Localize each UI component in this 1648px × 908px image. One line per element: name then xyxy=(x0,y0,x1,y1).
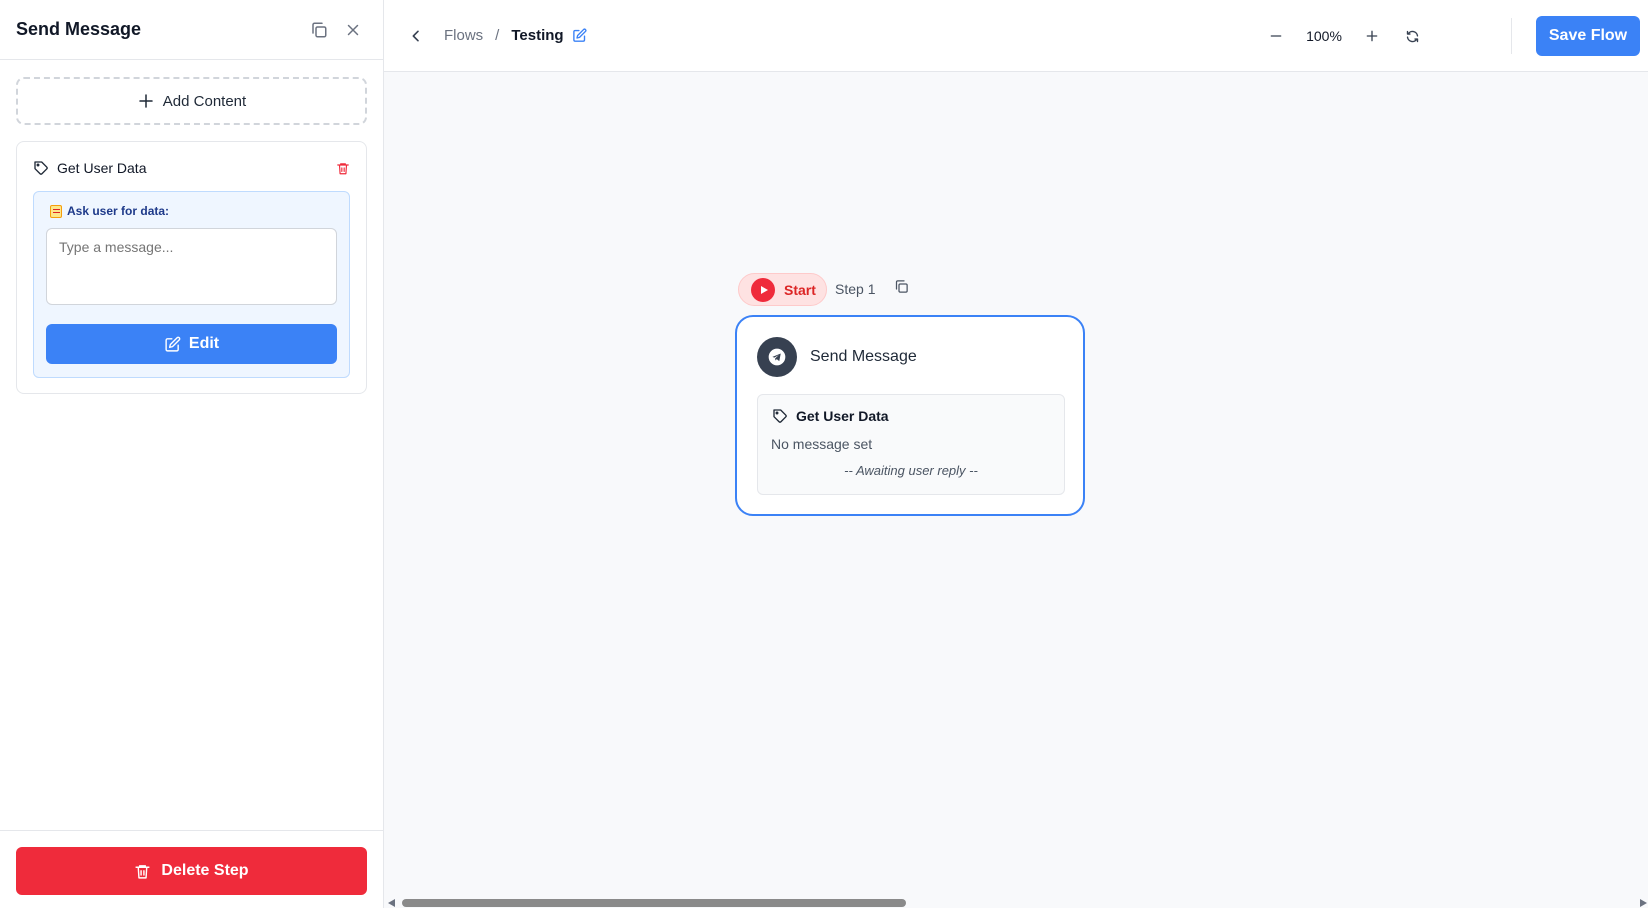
send-message-node[interactable]: Send Message Get User Data No message se… xyxy=(735,315,1085,516)
zoom-in-button[interactable] xyxy=(1356,20,1388,52)
start-badge[interactable]: Start xyxy=(738,273,827,306)
start-label: Start xyxy=(784,281,816,298)
edit-label: Edit xyxy=(188,335,220,352)
rename-flow-button[interactable] xyxy=(572,28,587,43)
back-button[interactable] xyxy=(402,22,430,50)
zoom-out-button[interactable] xyxy=(1260,20,1292,52)
sidebar-header: Send Message xyxy=(0,0,383,60)
breadcrumb-current: Testing xyxy=(511,27,564,44)
step-sidebar: Send Message Add Content Get User Data A… xyxy=(0,0,384,908)
ask-user-label: Ask user for data: xyxy=(50,204,169,218)
edit-button[interactable]: Edit xyxy=(46,324,337,364)
node-content-block: Get User Data No message set -- Awaiting… xyxy=(757,394,1065,495)
edit-icon xyxy=(572,28,587,42)
horizontal-scrollbar[interactable] xyxy=(384,898,1648,908)
message-input[interactable] xyxy=(46,228,337,305)
chevron-left-icon xyxy=(412,30,419,41)
node-content-title: Get User Data xyxy=(772,408,889,424)
copy-icon xyxy=(312,22,327,37)
toolbar-divider xyxy=(1511,18,1512,54)
breadcrumb-flows-link[interactable]: Flows xyxy=(444,27,483,44)
plus-icon xyxy=(1366,30,1378,42)
flow-canvas[interactable]: Start Step 1 Send Message Get User Data … xyxy=(384,72,1648,908)
copy-step-button[interactable] xyxy=(894,279,909,299)
close-icon xyxy=(347,24,359,35)
node-content-title-text: Get User Data xyxy=(796,408,889,424)
tag-icon xyxy=(34,161,48,175)
add-content-button[interactable]: Add Content xyxy=(16,77,367,125)
reset-view-button[interactable] xyxy=(1396,20,1428,52)
delete-step-button[interactable]: Delete Step xyxy=(16,847,367,895)
ask-user-label-text: Ask user for data: xyxy=(67,204,170,218)
trash-icon xyxy=(135,864,151,879)
zoom-level: 100% xyxy=(1306,28,1342,44)
step-label: Step 1 xyxy=(835,281,876,297)
node-avatar xyxy=(757,337,797,377)
app: Send Message Add Content Get User Data A… xyxy=(0,0,1648,908)
paper-plane-icon xyxy=(768,348,786,366)
delete-step-label: Delete Step xyxy=(161,862,249,879)
sidebar-footer: Delete Step xyxy=(0,830,383,908)
scrollbar-thumb[interactable] xyxy=(402,899,906,907)
close-sidebar-button[interactable] xyxy=(339,16,367,44)
scroll-right-arrow[interactable] xyxy=(1640,899,1647,907)
node-content-status: -- Awaiting user reply -- xyxy=(844,463,978,478)
add-content-label: Add Content xyxy=(162,92,247,110)
delete-content-button[interactable] xyxy=(336,161,350,176)
content-card-header: Get User Data xyxy=(17,142,366,194)
zoom-controls: 100% xyxy=(1260,0,1428,72)
node-title: Send Message xyxy=(810,348,917,365)
content-card: Get User Data Ask user for data: Edit xyxy=(16,141,367,394)
sidebar-title: Send Message xyxy=(16,19,142,39)
plus-icon xyxy=(139,94,153,108)
copy-icon xyxy=(895,280,908,293)
scroll-left-arrow[interactable] xyxy=(388,899,395,907)
minus-icon xyxy=(1270,35,1282,37)
refresh-icon xyxy=(1406,30,1418,42)
breadcrumb-separator: / xyxy=(495,27,500,44)
content-card-title: Get User Data xyxy=(57,160,147,176)
node-content-message: No message set xyxy=(771,436,873,452)
save-flow-button[interactable]: Save Flow xyxy=(1536,16,1640,56)
play-icon xyxy=(751,277,775,302)
edit-icon xyxy=(165,336,181,352)
ask-user-data-block: Ask user for data: Edit xyxy=(33,191,350,378)
top-bar: Flows / Testing 100% Save Flow xyxy=(384,0,1648,72)
duplicate-step-button[interactable] xyxy=(305,16,333,44)
trash-icon xyxy=(337,162,349,174)
tag-icon xyxy=(773,409,787,423)
memo-icon xyxy=(50,204,62,218)
